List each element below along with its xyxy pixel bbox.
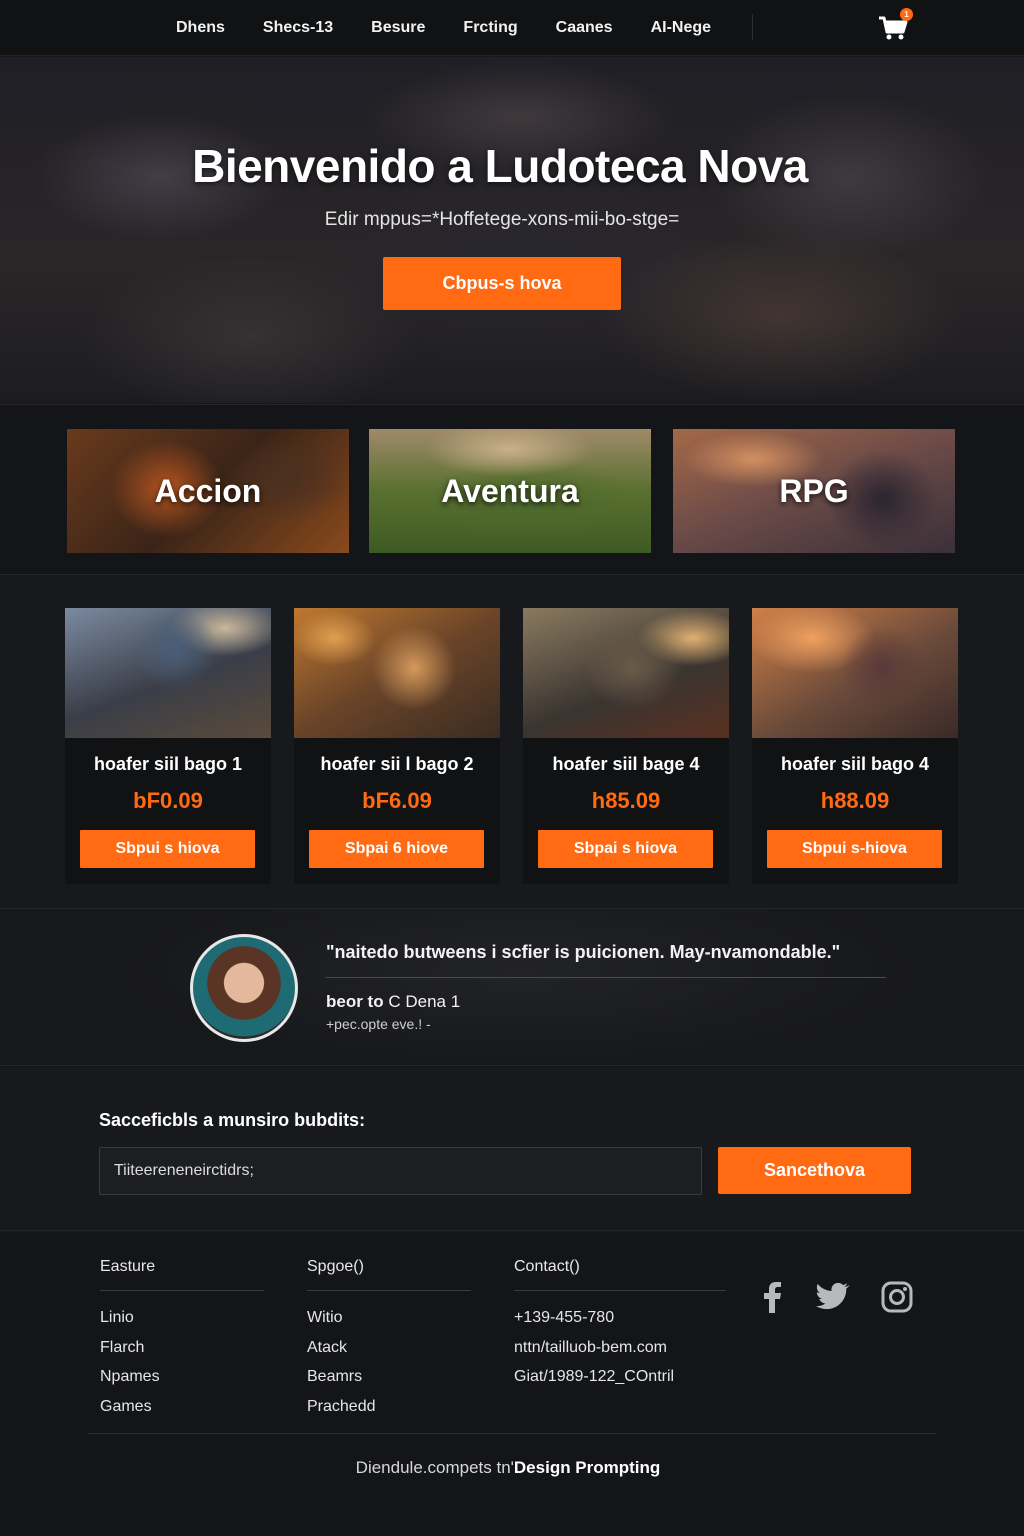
product-image[interactable] [65, 608, 271, 738]
product-card: hoafer siil bage 4 h85.09 Sbpai s hiova [523, 608, 729, 884]
instagram-icon [881, 1281, 913, 1313]
product-card: hoafer sii l bago 2 bF6.09 Sbpai 6 hiove [294, 608, 500, 884]
footer-link[interactable]: Linio [100, 1303, 264, 1333]
footer-column-contact: Contact() +139-455-780 nttn/tailluob-bem… [514, 1258, 726, 1392]
nav-divider [752, 14, 753, 40]
category-label: RPG [779, 472, 849, 509]
product-price: bF0.09 [133, 788, 203, 813]
top-nav: Dhens Shecs-13 Besure Frcting Caanes AI-… [0, 0, 1024, 56]
product-grid: hoafer siil bago 1 bF0.09 Sbpui s hiova … [0, 576, 1024, 909]
footer-link[interactable]: Games [100, 1392, 264, 1422]
twitter-link[interactable] [814, 1280, 850, 1314]
category-tile-accion[interactable]: Accion [67, 429, 349, 553]
nav-link-5[interactable]: Caanes [556, 19, 613, 37]
nav-link-4[interactable]: Frcting [463, 19, 517, 37]
hero-title: Bienvenido a Ludoteca Nova [192, 140, 808, 192]
footer-link[interactable]: Flarch [100, 1333, 264, 1363]
nav-link-6[interactable]: AI-Nege [651, 19, 711, 37]
instagram-link[interactable] [880, 1280, 914, 1314]
product-buy-button[interactable]: Sbpai 6 hiove [309, 830, 484, 868]
product-title: hoafer sii l bago 2 [320, 754, 474, 774]
nav-links: Dhens Shecs-13 Besure Frcting Caanes AI-… [176, 0, 749, 56]
product-title: hoafer siil bago 1 [93, 754, 243, 774]
footer-column-1: Easture Linio Flarch Npames Games [100, 1258, 264, 1421]
cart-button[interactable]: 1 [876, 8, 913, 44]
footer-contact-address[interactable]: Giat/1989-122_COntril [514, 1362, 726, 1392]
newsletter-label: Sacceficbls a munsiro bubdits: [99, 1110, 366, 1130]
author-name-rest: C Dena 1 [383, 992, 461, 1011]
footer-contact-url[interactable]: nttn/tailluob-bem.com [514, 1333, 726, 1363]
product-price: bF6.09 [362, 788, 432, 813]
facebook-icon [764, 1282, 781, 1313]
category-tile-rpg[interactable]: RPG [673, 429, 955, 553]
footer-heading: Spgoe() [307, 1258, 471, 1291]
category-label: Accion [154, 472, 262, 509]
footer-link[interactable]: Witio [307, 1303, 471, 1333]
product-title: hoafer siil bago 4 [780, 754, 930, 774]
product-buy-button[interactable]: Sbpai s hiova [538, 830, 713, 868]
facebook-link[interactable] [756, 1280, 790, 1314]
footer-credit: Diendule.compets tn'Design Prompting [0, 1458, 1016, 1478]
product-card: hoafer siil bago 4 h88.09 Sbpui s-hiova [752, 608, 958, 884]
testimonial-author: beor to C Dena 1 [326, 992, 460, 1012]
cart-count-badge: 1 [900, 8, 913, 21]
product-price: h85.09 [591, 788, 661, 813]
newsletter-section: Sacceficbls a munsiro bubdits: Sancethov… [0, 1067, 1024, 1231]
footer-link[interactable]: Beamrs [307, 1362, 471, 1392]
product-title: hoafer siil bage 4 [552, 754, 700, 774]
hero-subtitle: Edir mppus=*Hoffetege-xons-mii-bo-stge= [324, 209, 680, 230]
credit-text: Diendule.compets tn' [355, 1458, 514, 1477]
footer-heading: Contact() [514, 1258, 726, 1291]
credit-brand[interactable]: Design Prompting [514, 1458, 660, 1477]
testimonial-avatar [190, 934, 298, 1042]
footer-link[interactable]: Npames [100, 1362, 264, 1392]
category-label: Aventura [441, 472, 579, 509]
footer-link[interactable]: Atack [307, 1333, 471, 1363]
footer-link[interactable]: Prachedd [307, 1392, 471, 1422]
footer-column-2: Spgoe() Witio Atack Beamrs Prachedd [307, 1258, 471, 1421]
category-section: Accion Aventura RPG [0, 404, 1024, 575]
author-name: beor to [326, 992, 384, 1011]
product-price: h88.09 [820, 788, 890, 813]
product-buy-button[interactable]: Sbpui s hiova [80, 830, 255, 868]
category-tile-aventura[interactable]: Aventura [369, 429, 651, 553]
product-buy-button[interactable]: Sbpui s-hiova [767, 830, 942, 868]
nav-link-1[interactable]: Dhens [176, 19, 225, 37]
nav-link-3[interactable]: Besure [371, 19, 425, 37]
nav-link-2[interactable]: Shecs-13 [263, 19, 333, 37]
footer-divider [88, 1433, 936, 1434]
testimonial-section: "naitedo butweens i scfier is puicionen.… [0, 910, 1024, 1066]
twitter-icon [816, 1282, 850, 1310]
footer-heading: Easture [100, 1258, 264, 1291]
product-image[interactable] [294, 608, 500, 738]
product-image[interactable] [752, 608, 958, 738]
testimonial-author-role: +pec.opte eve.! - [326, 1016, 431, 1032]
hero-banner: Bienvenido a Ludoteca Nova Edir mppus=*H… [0, 57, 1024, 403]
product-card: hoafer siil bago 1 bF0.09 Sbpui s hiova [65, 608, 271, 884]
product-image[interactable] [523, 608, 729, 738]
newsletter-email-input[interactable] [99, 1147, 702, 1195]
hero-cta-button[interactable]: Cbpus-s hova [383, 257, 621, 310]
newsletter-submit-button[interactable]: Sancethova [718, 1147, 911, 1194]
footer: Easture Linio Flarch Npames Games Spgoe(… [0, 1232, 1024, 1536]
testimonial-quote: "naitedo butweens i scfier is puicionen.… [326, 942, 886, 978]
footer-contact-phone[interactable]: +139-455-780 [514, 1303, 726, 1333]
